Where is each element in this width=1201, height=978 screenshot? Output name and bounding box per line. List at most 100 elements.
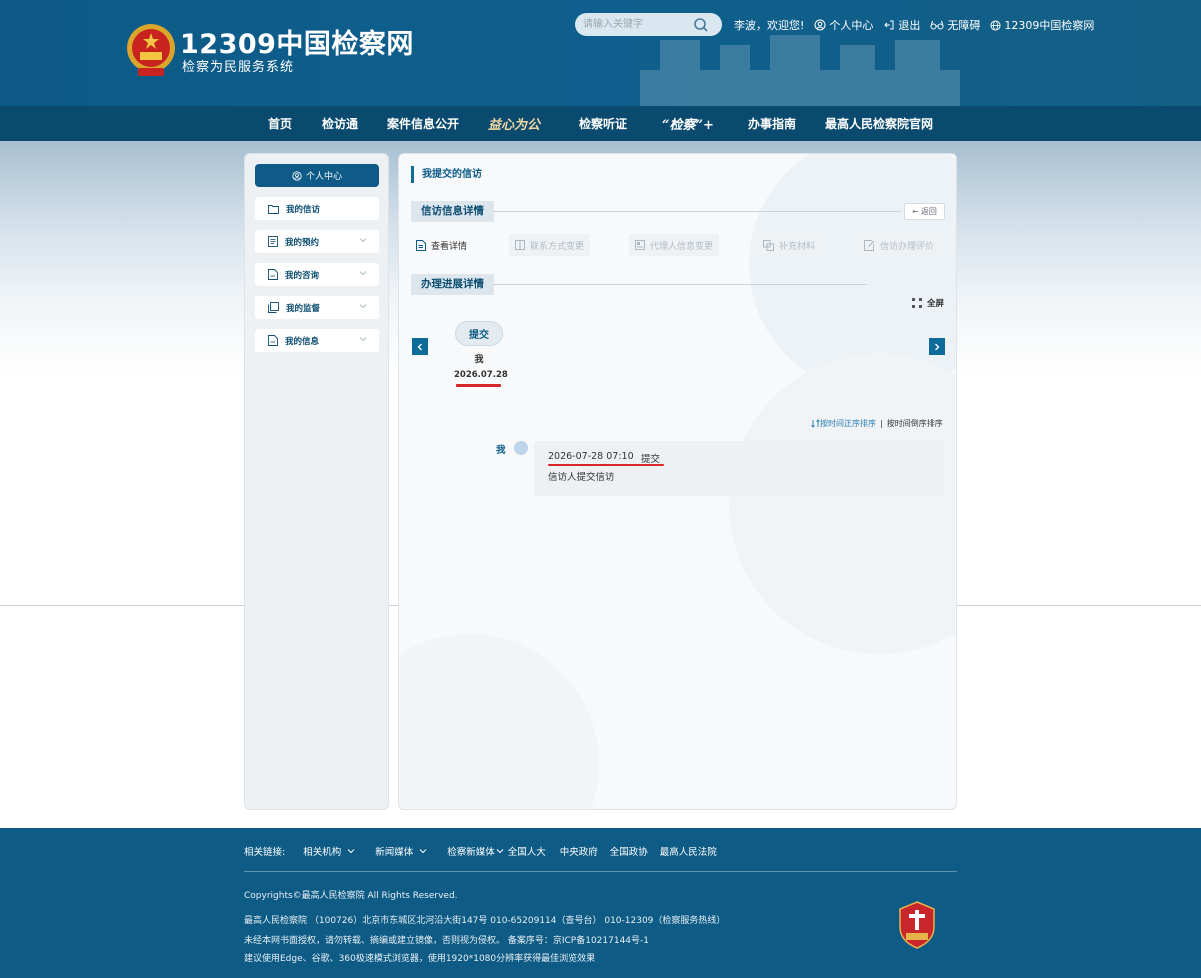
step-date: 2026.07.28 <box>454 370 508 380</box>
back-button[interactable]: ← 返回 <box>904 203 945 220</box>
sidebar-item-label: 我的监督 <box>286 303 321 314</box>
evaluate-label: 信访办理评价 <box>880 241 935 252</box>
document-icon <box>268 269 278 280</box>
sidebar-item-my-petitions[interactable]: 我的信访 <box>255 197 379 220</box>
sidebar-item-label: 我的信访 <box>286 204 321 215</box>
footer-link-cppcc[interactable]: 全国政协 <box>610 844 648 858</box>
chevron-down-icon <box>359 337 367 342</box>
user-icon <box>292 170 302 181</box>
nav-hearing[interactable]: 检察听证 <box>579 115 627 132</box>
timeline-dot <box>514 441 528 455</box>
step-actor: 我 <box>474 355 484 365</box>
search-box <box>575 13 722 36</box>
sort-icon <box>811 419 820 428</box>
nav-procuratorate-plus[interactable]: “检察”+ <box>662 114 714 133</box>
user-icon <box>814 19 826 31</box>
sidebar-item-my-supervision[interactable]: 我的监督 <box>255 296 379 319</box>
section-divider <box>493 211 901 212</box>
fullscreen-button[interactable]: 全屏 <box>912 297 944 309</box>
footer-link-supreme-court[interactable]: 最高人民法院 <box>660 844 717 858</box>
view-details-label: 查看详情 <box>431 241 468 252</box>
sort-controls: 按时间正序排序 | 按时间倒序排序 <box>811 418 943 429</box>
timeline-time: 2026-07-28 07:10 <box>548 451 634 462</box>
step-submit[interactable]: 提交 <box>455 321 503 346</box>
view-details-button[interactable]: 查看详情 <box>416 234 467 256</box>
id-card-icon <box>635 240 645 250</box>
footer-address: 最高人民检察院 （100726）北京市东城区北河沿大街147号 010-6520… <box>244 916 726 926</box>
footer-links: 相关链接: 相关机构 新闻媒体 检察新媒体 全国人大 中央政府 全国政协 最高人… <box>244 844 717 858</box>
supplement-material-button[interactable]: 补充材料 <box>757 234 822 256</box>
back-arrow-icon: ← <box>912 207 919 216</box>
nav-spp-official[interactable]: 最高人民检察院官网 <box>825 115 933 132</box>
progress-section-title: 办理进展详情 <box>411 274 494 295</box>
contact-change-button[interactable]: 联系方式变更 <box>509 234 591 256</box>
search-input[interactable] <box>583 16 691 33</box>
folder-icon <box>268 204 279 214</box>
background-decoration <box>729 354 956 654</box>
agent-change-button[interactable]: 代理人信息变更 <box>629 234 720 256</box>
site-home-link[interactable]: 12309中国检察网 <box>990 17 1094 33</box>
accessibility-label: 无障碍 <box>947 19 981 32</box>
nav-home[interactable]: 首页 <box>268 115 292 132</box>
document-list-icon <box>268 236 278 247</box>
timeline-actor: 我 <box>496 445 506 456</box>
chevron-down-icon <box>359 304 367 309</box>
footer-divider <box>244 871 957 872</box>
nav-jianfangtong[interactable]: 检访通 <box>322 115 358 132</box>
footer-link-central-gov[interactable]: 中央政府 <box>560 844 598 858</box>
footer-link-news[interactable]: 新闻媒体 <box>375 844 427 858</box>
logout-icon <box>884 20 894 30</box>
timeline-type: 提交 <box>641 454 661 465</box>
site-footer: 相关链接: 相关机构 新闻媒体 检察新媒体 全国人大 中央政府 全国政协 最高人… <box>0 828 1201 978</box>
sidebar-item-my-appointments[interactable]: 我的预约 <box>255 230 379 253</box>
info-section-title: 信访信息详情 <box>411 201 494 222</box>
footer-link-label: 相关机构 <box>303 847 342 858</box>
sidebar-item-label: 我的咨询 <box>285 270 320 281</box>
logout-label: 退出 <box>898 19 921 32</box>
accessibility-link[interactable]: 无障碍 <box>930 17 980 33</box>
sidebar-user-center-label: 个人中心 <box>305 172 342 182</box>
section-divider <box>493 284 867 285</box>
building-watermark <box>640 35 960 106</box>
sidebar-item-my-inquiries[interactable]: 我的咨询 <box>255 263 379 286</box>
split-panel-icon <box>515 240 525 250</box>
glasses-icon <box>930 20 944 30</box>
timeline-description: 信访人提交信访 <box>548 472 615 483</box>
chevron-down-icon <box>359 271 367 276</box>
highlight-underline <box>456 384 501 387</box>
back-label: 返回 <box>920 207 937 216</box>
site-logo-subtitle: 检察为民服务系统 <box>182 60 295 75</box>
page-title: 我提交的信访 <box>411 166 482 183</box>
gov-site-badge-icon[interactable] <box>898 901 936 949</box>
chevron-down-icon <box>347 849 355 854</box>
nav-guide[interactable]: 办事指南 <box>748 115 796 132</box>
evaluate-button[interactable]: 信访办理评价 <box>858 234 941 256</box>
welcome-text: 李波，欢迎您! <box>734 19 805 32</box>
sidebar-item-label: 我的预约 <box>285 237 320 248</box>
footer-link-npc[interactable]: 全国人大 <box>508 844 546 858</box>
chevron-down-icon <box>419 849 427 854</box>
supplement-material-label: 补充材料 <box>779 241 816 252</box>
logout-link[interactable]: 退出 <box>883 17 920 33</box>
timeline-prev-button[interactable] <box>412 338 428 355</box>
sort-asc-button[interactable]: 按时间正序排序 <box>811 418 876 429</box>
documents-icon <box>268 302 279 313</box>
sidebar-user-center[interactable]: 个人中心 <box>255 164 379 187</box>
nav-case-info[interactable]: 案件信息公开 <box>387 115 459 132</box>
user-center-link[interactable]: 个人中心 <box>814 17 873 33</box>
timeline-entry: 2026-07-28 07:10 提交 信访人提交信访 <box>534 441 944 496</box>
search-icon[interactable] <box>693 17 709 33</box>
footer-links-label: 相关链接: <box>244 847 286 858</box>
footer-link-agencies[interactable]: 相关机构 <box>303 844 355 858</box>
footer-link-new-media[interactable]: 检察新媒体 <box>447 844 504 858</box>
sidebar-item-my-info[interactable]: 我的信息 <box>255 329 379 352</box>
footer-link-label: 检察新媒体 <box>447 847 495 858</box>
fullscreen-icon <box>912 298 922 308</box>
timeline-next-button[interactable] <box>929 338 945 355</box>
sort-asc-label: 按时间正序排序 <box>820 419 876 428</box>
sort-desc-button[interactable]: 按时间倒序排序 <box>887 418 943 429</box>
top-links: 李波，欢迎您! 个人中心 退出 无障碍 12309中国检察网 <box>734 17 1104 33</box>
footer-link-label: 新闻媒体 <box>375 847 414 858</box>
fullscreen-label: 全屏 <box>927 299 945 309</box>
nav-public-interest[interactable]: 益心为公 <box>488 114 540 133</box>
